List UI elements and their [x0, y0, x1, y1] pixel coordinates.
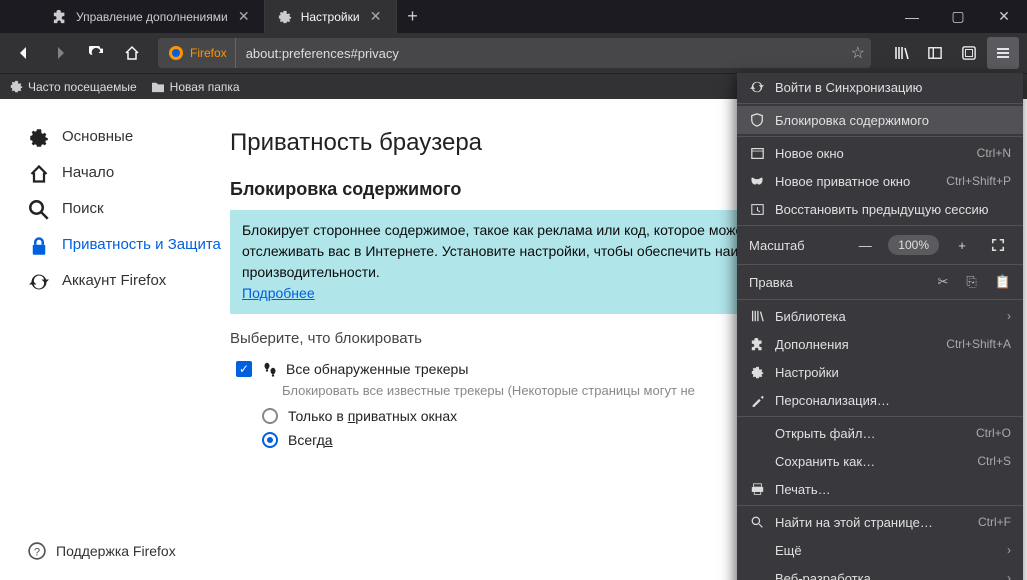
radio-unchecked[interactable] — [262, 408, 278, 424]
gear-icon — [277, 9, 293, 25]
settings-sidebar: Основные Начало Поиск Приватность и Защи… — [0, 99, 230, 580]
window-icon — [749, 147, 765, 160]
tab-settings[interactable]: Настройки ✕ — [265, 0, 397, 33]
menu-open-file[interactable]: Открыть файл… Ctrl+O — [737, 419, 1023, 447]
nav-home[interactable]: Начало — [28, 163, 230, 185]
gear-icon — [749, 366, 765, 379]
menu-zoom: Масштаб — 100% + — [737, 228, 1023, 262]
close-button[interactable]: ✕ — [981, 0, 1027, 33]
bookmark-folder[interactable]: Новая папка — [151, 80, 240, 94]
menu-settings[interactable]: Настройки — [737, 358, 1023, 386]
url-bar[interactable]: Firefox about:preferences#privacy ☆ — [158, 38, 871, 68]
folder-icon — [151, 81, 165, 93]
gear-icon — [10, 80, 23, 93]
menu-content-blocking[interactable]: Блокировка содержимого — [737, 106, 1023, 134]
menu-new-private[interactable]: Новое приватное окно Ctrl+Shift+P — [737, 167, 1023, 195]
identity-box[interactable]: Firefox — [164, 38, 236, 68]
paste-icon[interactable]: 📋 — [995, 274, 1011, 290]
new-tab-button[interactable]: + — [397, 0, 429, 33]
chevron-right-icon: › — [1007, 571, 1011, 580]
help-icon: ? — [28, 542, 46, 560]
mask-icon — [749, 176, 765, 186]
puzzle-icon — [52, 9, 68, 25]
print-icon — [749, 483, 765, 496]
menu-print[interactable]: Печать… — [737, 475, 1023, 503]
sidebar-button[interactable] — [919, 37, 951, 69]
checkbox-checked[interactable]: ✓ — [236, 361, 252, 377]
reload-button[interactable] — [80, 37, 112, 69]
chevron-right-icon: › — [1007, 543, 1011, 557]
window-controls: — ▢ ✕ — [889, 0, 1027, 33]
menu-edit: Правка ✂ ⎘ 📋 — [737, 267, 1023, 297]
nav-privacy[interactable]: Приватность и Защита — [28, 235, 230, 257]
tab-title: Управление дополнениями — [76, 10, 228, 24]
minimize-button[interactable]: — — [889, 0, 935, 33]
nav-search[interactable]: Поиск — [28, 199, 230, 221]
screenshot-button[interactable] — [953, 37, 985, 69]
tab-title: Настройки — [301, 10, 360, 24]
hamburger-menu-button[interactable] — [987, 37, 1019, 69]
fullscreen-button[interactable] — [985, 234, 1011, 256]
library-icon — [749, 309, 765, 323]
radio-checked[interactable] — [262, 432, 278, 448]
zoom-out-button[interactable]: — — [852, 234, 878, 256]
back-button[interactable] — [8, 37, 40, 69]
menu-webdev[interactable]: Веб-разработка › — [737, 564, 1023, 580]
search-icon — [28, 199, 50, 221]
tab-addons[interactable]: Управление дополнениями ✕ — [40, 0, 265, 33]
menu-customize[interactable]: Персонализация… — [737, 386, 1023, 414]
close-icon[interactable]: ✕ — [368, 9, 384, 25]
library-button[interactable] — [885, 37, 917, 69]
gear-icon — [28, 127, 50, 149]
shield-icon — [749, 113, 765, 127]
menu-restore-session[interactable]: Восстановить предыдущую сессию — [737, 195, 1023, 223]
learn-more-link[interactable]: Подробнее — [242, 283, 315, 304]
url-text: about:preferences#privacy — [236, 46, 399, 61]
identity-label: Firefox — [190, 46, 227, 60]
sync-icon — [749, 80, 765, 94]
forward-button[interactable] — [44, 37, 76, 69]
search-icon — [749, 516, 765, 529]
home-button[interactable] — [116, 37, 148, 69]
nav-account[interactable]: Аккаунт Firefox — [28, 271, 230, 293]
paint-icon — [749, 394, 765, 407]
cut-icon[interactable]: ✂ — [938, 274, 949, 290]
bookmark-frequent[interactable]: Часто посещаемые — [10, 80, 137, 94]
app-menu-panel: Войти в Синхронизацию Блокировка содержи… — [737, 73, 1023, 580]
zoom-value[interactable]: 100% — [888, 235, 939, 255]
menu-library[interactable]: Библиотека › — [737, 302, 1023, 330]
menu-addons[interactable]: Дополнения Ctrl+Shift+A — [737, 330, 1023, 358]
menu-sync[interactable]: Войти в Синхронизацию — [737, 73, 1023, 101]
sync-icon — [28, 271, 50, 293]
menu-more[interactable]: Ещё › — [737, 536, 1023, 564]
copy-icon[interactable]: ⎘ — [966, 274, 976, 290]
firefox-icon — [168, 45, 184, 61]
chevron-right-icon: › — [1007, 309, 1011, 323]
menu-find[interactable]: Найти на этой странице… Ctrl+F — [737, 508, 1023, 536]
footsteps-icon — [262, 361, 278, 377]
menu-new-window[interactable]: Новое окно Ctrl+N — [737, 139, 1023, 167]
lock-icon — [28, 235, 50, 257]
support-link[interactable]: ? Поддержка Firefox — [28, 542, 230, 560]
puzzle-icon — [749, 338, 765, 351]
svg-text:?: ? — [34, 547, 40, 559]
menu-save-as[interactable]: Сохранить как… Ctrl+S — [737, 447, 1023, 475]
tabs-bar: Управление дополнениями ✕ Настройки ✕ + … — [0, 0, 1027, 33]
restore-icon — [749, 203, 765, 216]
bookmark-star-icon[interactable]: ☆ — [851, 43, 865, 63]
zoom-in-button[interactable]: + — [949, 234, 975, 256]
maximize-button[interactable]: ▢ — [935, 0, 981, 33]
close-icon[interactable]: ✕ — [236, 9, 252, 25]
nav-general[interactable]: Основные — [28, 127, 230, 149]
home-icon — [28, 163, 50, 185]
nav-toolbar: Firefox about:preferences#privacy ☆ — [0, 33, 1027, 73]
